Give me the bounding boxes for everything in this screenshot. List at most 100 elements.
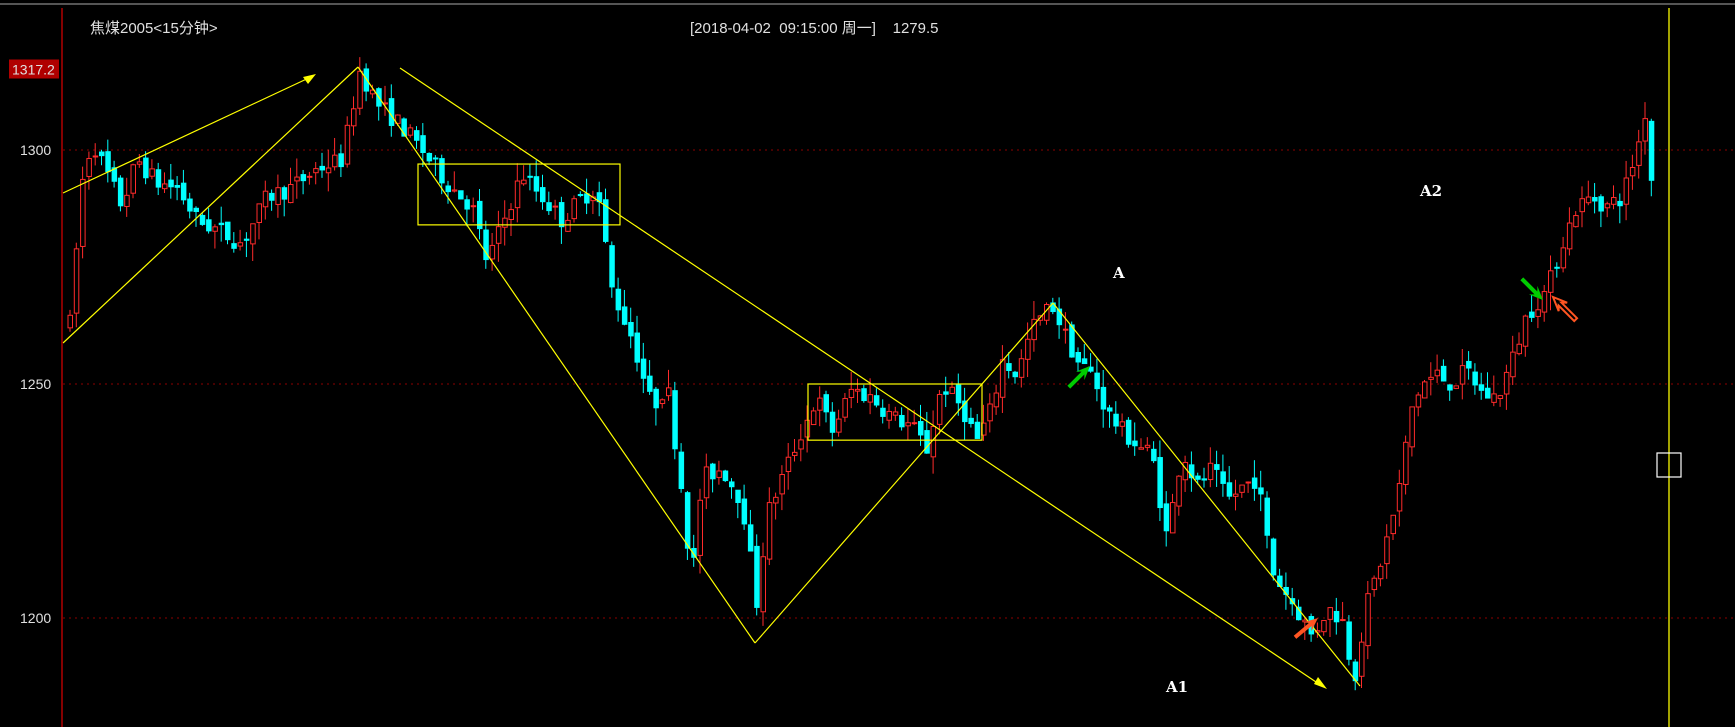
candle <box>105 139 111 183</box>
candle <box>710 462 716 493</box>
candle <box>634 315 640 372</box>
candle <box>584 178 590 215</box>
candle <box>1132 422 1138 456</box>
candle-body <box>552 205 559 208</box>
candle <box>962 387 968 440</box>
candle-body <box>1541 291 1548 313</box>
candle-body <box>1535 309 1541 317</box>
candle <box>388 84 395 137</box>
candle-body <box>407 127 414 136</box>
candle-body <box>1207 462 1214 481</box>
candle <box>647 360 653 395</box>
candle-body <box>899 414 905 428</box>
annotation-label: A1 <box>1165 678 1188 696</box>
candle-body <box>577 194 584 197</box>
candle <box>1214 450 1220 487</box>
candle-body <box>1396 483 1403 512</box>
candle-body <box>1579 198 1585 213</box>
candle-body <box>1163 503 1170 532</box>
candle-body <box>168 179 174 188</box>
candle-body <box>1566 222 1573 250</box>
candle <box>691 534 697 567</box>
hollow-arrow-shape <box>1551 295 1579 323</box>
candle <box>615 277 622 322</box>
candle <box>1365 581 1371 660</box>
candle <box>1447 384 1453 401</box>
candle <box>300 169 307 195</box>
candle-body <box>628 322 634 337</box>
candle <box>1384 524 1390 579</box>
candle <box>1144 437 1151 452</box>
candle-body <box>1403 441 1409 485</box>
candle-body <box>1510 351 1516 378</box>
candle <box>1251 460 1258 501</box>
candle-body <box>666 387 672 397</box>
candle-body <box>162 183 168 190</box>
candle-body <box>1018 358 1025 378</box>
candle <box>1264 491 1270 549</box>
candle-body <box>836 418 842 433</box>
candle <box>1472 363 1478 395</box>
candle-body <box>527 175 533 178</box>
candle <box>1566 207 1573 256</box>
candle <box>659 398 666 409</box>
candle-body <box>420 135 426 153</box>
candle-body <box>1239 484 1245 493</box>
candle-body <box>1447 384 1453 391</box>
candle-body <box>1214 464 1220 470</box>
candle-body <box>1081 358 1088 365</box>
candle-body <box>1346 621 1352 660</box>
candle <box>376 87 382 121</box>
candle <box>577 191 584 198</box>
candle-body <box>892 411 899 416</box>
candle <box>1094 358 1100 402</box>
candlestick-chart[interactable]: A A2 A1 1300 1250 1200 1317.2 <box>0 0 1735 727</box>
candle-body <box>1428 376 1434 380</box>
candle-body <box>754 545 760 608</box>
candle-body <box>495 226 502 244</box>
candle <box>684 490 691 560</box>
candle-body <box>199 214 206 225</box>
candle-body <box>1012 371 1018 378</box>
candle-body <box>1100 386 1107 410</box>
candle <box>943 376 949 408</box>
candle-body <box>1629 167 1636 177</box>
candle <box>533 160 540 202</box>
candle <box>508 203 514 237</box>
candle-body <box>987 403 993 422</box>
candle-body <box>747 524 754 552</box>
candle <box>905 408 911 441</box>
candle-body <box>1371 577 1378 591</box>
candle <box>741 484 748 530</box>
candle <box>1415 392 1422 417</box>
candle <box>1642 102 1648 155</box>
candle <box>332 137 338 171</box>
candle <box>1176 475 1182 516</box>
candle <box>565 212 571 232</box>
trendline-layer <box>62 66 1361 689</box>
candle-body <box>1409 406 1415 448</box>
candle-body <box>716 470 722 478</box>
candle-body <box>1176 475 1182 507</box>
candle-body <box>212 226 218 232</box>
candle <box>603 188 609 244</box>
candle-body <box>313 168 319 174</box>
candle <box>495 210 502 262</box>
candle-body <box>829 411 836 433</box>
candle <box>187 192 193 219</box>
candle <box>117 175 124 212</box>
candle-body <box>533 176 540 192</box>
candle-body <box>810 410 817 426</box>
candle-body <box>710 463 716 480</box>
candle <box>269 189 275 211</box>
candle-body <box>1642 118 1648 142</box>
candle-body <box>968 417 974 424</box>
candle-body <box>225 221 231 241</box>
candle <box>596 181 603 217</box>
candle <box>288 167 294 204</box>
candle <box>552 199 559 220</box>
candle-body <box>1062 328 1069 331</box>
candle-body <box>124 194 130 207</box>
candle <box>281 185 288 217</box>
candle <box>502 200 508 246</box>
